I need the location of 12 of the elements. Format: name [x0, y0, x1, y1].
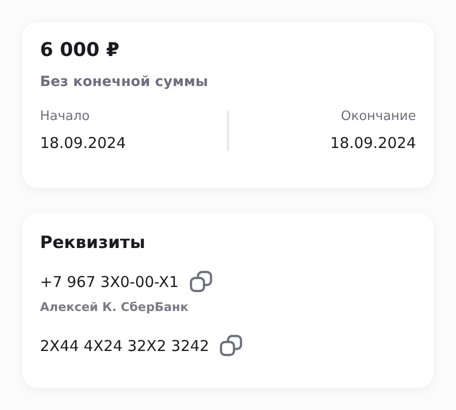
requisite-value: +7 967 3X0-00-X1 — [40, 272, 179, 293]
date-value: 18.09.2024 — [40, 133, 126, 154]
requisite-value: 2X44 4X24 32X2 3242 — [40, 336, 210, 357]
date-value: 18.09.2024 — [330, 133, 416, 154]
recipient-caption: Алексей К. СберБанк — [40, 299, 190, 315]
subtitle: Без конечной суммы — [40, 73, 210, 92]
copy-icon[interactable] — [188, 270, 213, 294]
section-title: Реквизиты — [40, 232, 146, 255]
date-label: Начало — [40, 108, 90, 126]
date-label: Окончание — [340, 108, 416, 126]
amount: 6 000 ₽ — [40, 38, 120, 63]
copy-icon[interactable] — [219, 334, 244, 358]
